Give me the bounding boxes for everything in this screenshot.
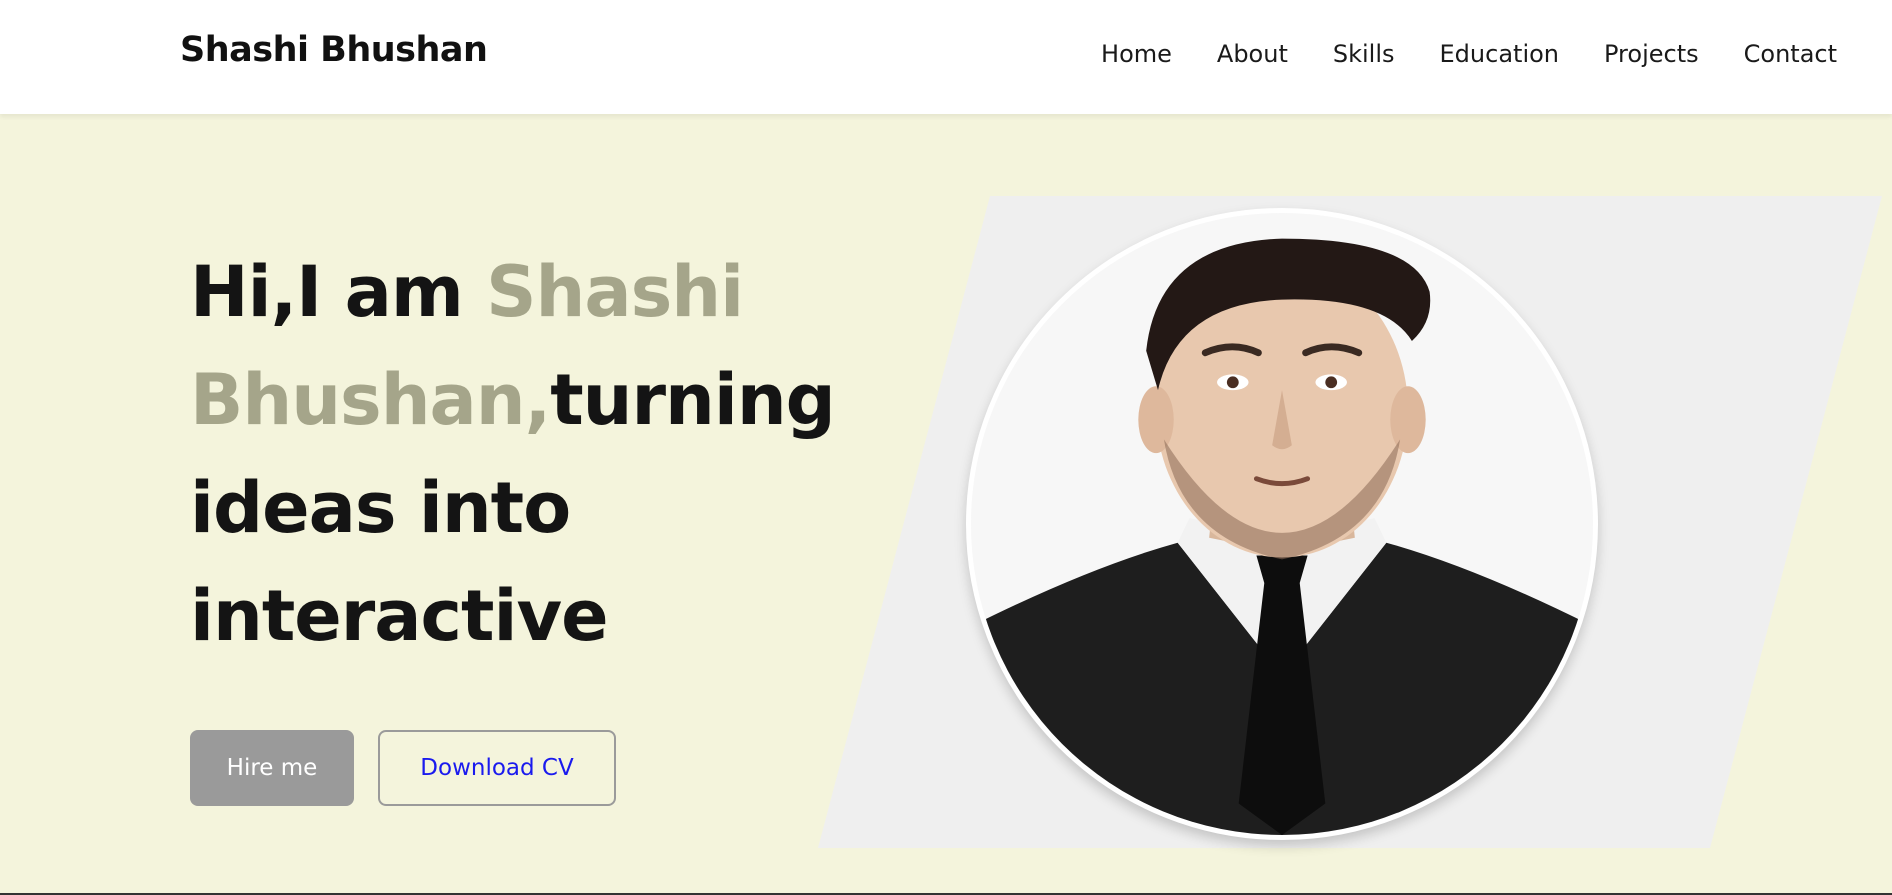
download-cv-button[interactable]: Download CV — [378, 730, 616, 806]
headline-name-first: Shashi — [486, 251, 744, 333]
headline-intro: Hi,I am — [190, 251, 487, 333]
nav-education[interactable]: Education — [1440, 40, 1559, 68]
nav-about[interactable]: About — [1217, 40, 1288, 68]
headline-interactive: interactive — [190, 575, 609, 657]
nav-contact[interactable]: Contact — [1744, 40, 1837, 68]
profile-photo-icon — [971, 213, 1593, 835]
nav-menu: Home About Skills Education Projects Con… — [1101, 40, 1837, 68]
hero-headline: Hi,I am Shashi Bhushan,turning ideas int… — [190, 238, 836, 670]
brand-logo[interactable]: Shashi Bhushan — [180, 30, 488, 70]
nav-home[interactable]: Home — [1101, 40, 1172, 68]
hire-me-button[interactable]: Hire me — [190, 730, 354, 806]
headline-name-last: Bhushan, — [190, 359, 551, 441]
headline-turning: turning — [550, 359, 836, 441]
headline-ideas: ideas into — [190, 467, 571, 549]
nav-skills[interactable]: Skills — [1333, 40, 1395, 68]
nav-projects[interactable]: Projects — [1604, 40, 1699, 68]
profile-photo — [966, 208, 1598, 840]
navbar: Shashi Bhushan Home About Skills Educati… — [0, 0, 1892, 114]
